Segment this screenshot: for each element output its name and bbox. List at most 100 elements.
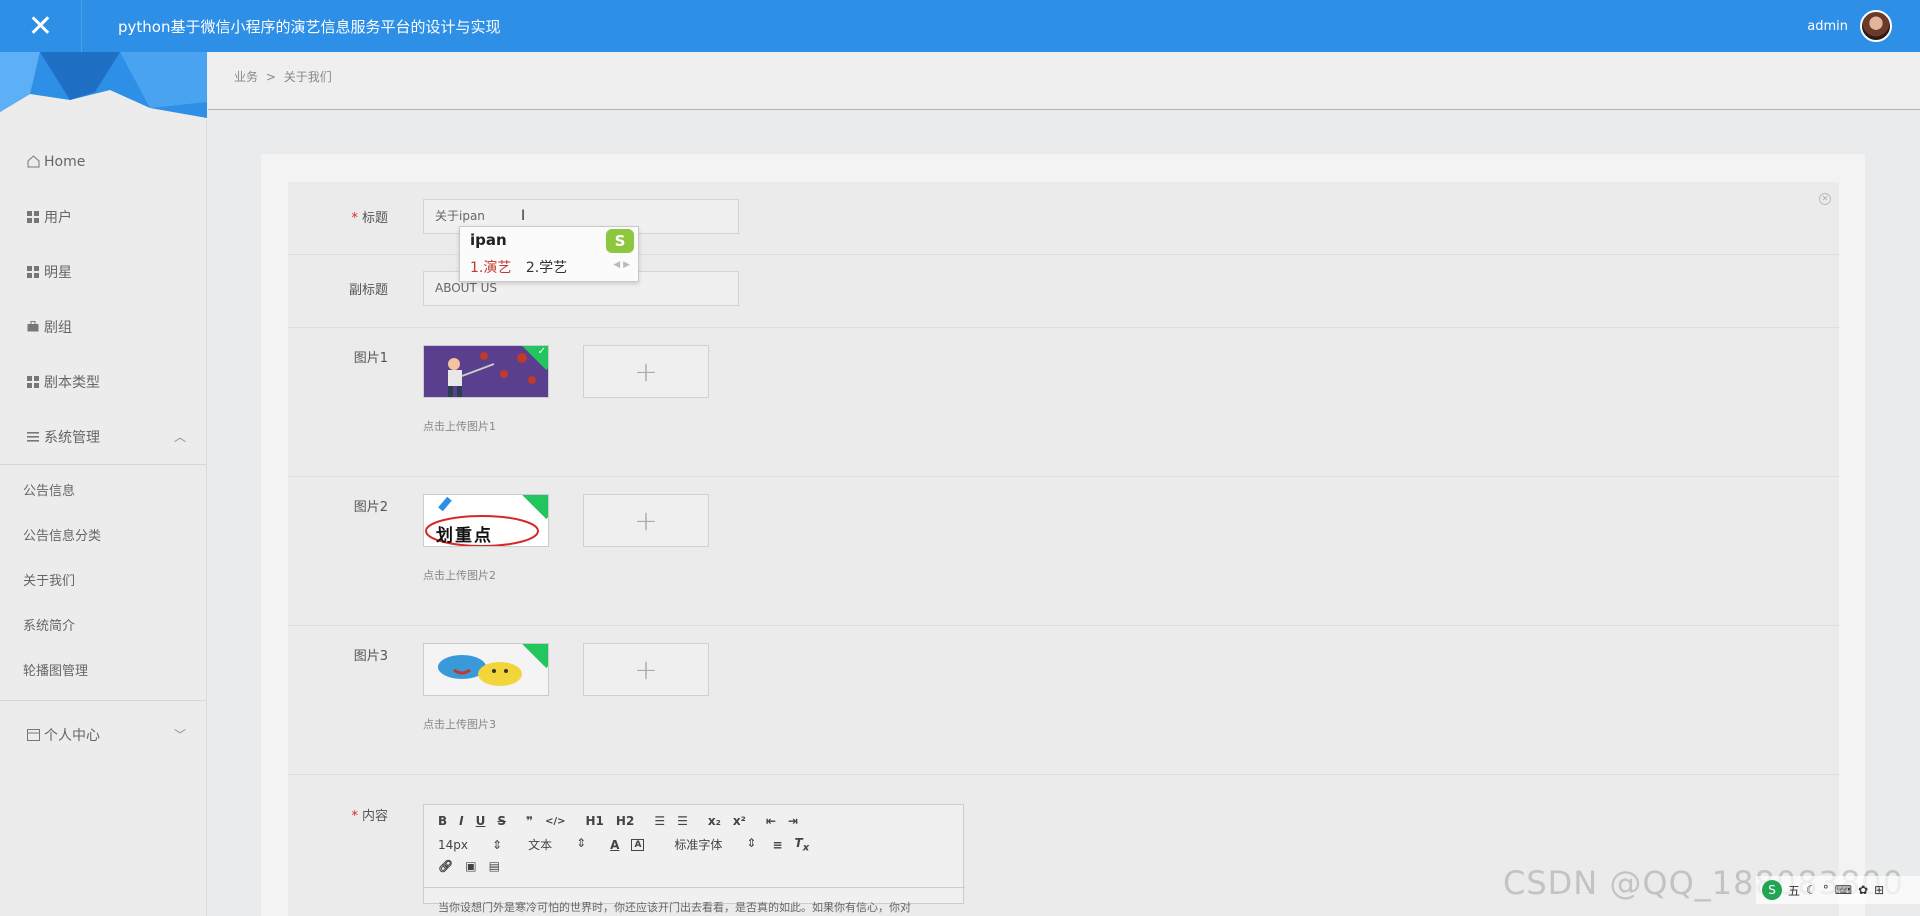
strike-button[interactable]: S: [497, 814, 506, 828]
submenu-system-intro[interactable]: 系统简介: [0, 604, 206, 649]
sogou-tray-icon[interactable]: S: [1762, 880, 1782, 900]
font-family-select[interactable]: 标准字体 ⇕: [674, 836, 756, 853]
ordered-list-button[interactable]: ☰: [654, 814, 665, 828]
top-header: ✕ python基于微信小程序的演艺信息服务平台的设计与实现 admin: [0, 0, 1920, 52]
breadcrumb: 业务 > 关于我们: [234, 68, 332, 85]
user-area[interactable]: admin: [1807, 0, 1892, 52]
submenu-notice-categories[interactable]: 公告信息分类: [0, 514, 206, 559]
background-color-button[interactable]: A: [631, 838, 645, 851]
breadcrumb-current: 关于我们: [283, 70, 332, 84]
avatar[interactable]: [1860, 10, 1892, 42]
sidebar-item-crew[interactable]: 剧组: [0, 299, 206, 354]
breadcrumb-bar: 业务 > 关于我们: [208, 52, 1920, 110]
image2-hint: 点击上传图片2: [423, 569, 496, 582]
chevron-down-icon: ﹀: [173, 728, 186, 742]
keyboard-icon[interactable]: ⌨: [1835, 883, 1852, 897]
editor-toolbar-row1: B I U S ❞ </> H1 H2 ☰ ☰ x₂ x² ⇤ ⇥: [438, 814, 810, 828]
code-block-button[interactable]: </>: [545, 816, 565, 827]
video-icon[interactable]: ▤: [489, 859, 500, 873]
subtitle-label: 副标题: [348, 283, 388, 298]
sidebar: Home 用户 明星 剧组 剧本类型 系统管理 ︿ 公告信息 公告信息分类 关于…: [0, 52, 207, 916]
blockquote-button[interactable]: ❞: [526, 814, 533, 828]
sidebar-item-personal[interactable]: 个人中心 ﹀: [0, 707, 206, 762]
submenu-notices[interactable]: 公告信息: [0, 469, 206, 514]
sidebar-item-home[interactable]: Home: [0, 134, 206, 189]
image1-thumbnail[interactable]: ✓: [423, 345, 549, 398]
image2-label: 图片2: [353, 500, 388, 515]
h1-button[interactable]: H1: [586, 814, 604, 828]
ime-tray[interactable]: S 五 ☾ ° ⌨ ✿ ⊞: [1756, 876, 1920, 904]
sidebar-banner: [0, 52, 207, 120]
clear-format-button[interactable]: Tx: [795, 836, 810, 853]
editor-content[interactable]: 当你设想门外是寒冷可怕的世界时，你还应该开门出去看看，是否真的如此。如果你有信心…: [424, 887, 965, 916]
grid-icon: [26, 265, 40, 279]
clear-icon[interactable]: ✕: [1819, 193, 1831, 205]
bullet-list-button[interactable]: ☰: [677, 814, 688, 828]
ime-page-arrows-icon[interactable]: ◀ ▶: [613, 260, 630, 270]
h2-button[interactable]: H2: [616, 814, 634, 828]
image3-upload-button[interactable]: +: [583, 643, 709, 696]
text-cursor-icon: I: [521, 208, 526, 224]
bold-button[interactable]: B: [438, 814, 447, 828]
sidebar-item-users[interactable]: 用户: [0, 189, 206, 244]
image3-hint: 点击上传图片3: [423, 718, 496, 731]
moon-icon[interactable]: ☾: [1806, 883, 1817, 897]
sidebar-item-label: 系统管理: [44, 429, 100, 446]
link-icon[interactable]: 🔗︎: [438, 859, 453, 873]
sogou-logo-icon: S: [606, 229, 634, 253]
skin-icon[interactable]: ✿: [1858, 883, 1868, 897]
ime-candidate-1[interactable]: 1.演艺: [470, 260, 511, 276]
image3-label: 图片3: [353, 649, 388, 664]
image2-upload-button[interactable]: +: [583, 494, 709, 547]
select-arrow-icon: ⇕: [576, 836, 587, 851]
sidebar-item-stars[interactable]: 明星: [0, 244, 206, 299]
title-label: * 标题: [351, 211, 388, 226]
sidebar-item-label: 剧组: [44, 319, 72, 336]
font-size-select[interactable]: 14px ⇕: [438, 838, 502, 852]
close-icon[interactable]: ✕: [0, 0, 82, 52]
image3-row: 图片3 + 点击上传图片3: [288, 626, 1839, 775]
indent-button[interactable]: ⇥: [788, 814, 798, 828]
align-button[interactable]: ≡: [772, 838, 782, 852]
submenu-about-us[interactable]: 关于我们: [0, 559, 206, 604]
breadcrumb-parent[interactable]: 业务: [234, 70, 258, 84]
sidebar-item-label: 剧本类型: [44, 374, 100, 391]
check-icon: ✓: [537, 346, 546, 357]
image2-thumbnail[interactable]: 划重点: [423, 494, 549, 547]
underline-button[interactable]: U: [476, 814, 486, 828]
sidebar-item-script-types[interactable]: 剧本类型: [0, 354, 206, 409]
rich-text-editor[interactable]: B I U S ❞ </> H1 H2 ☰ ☰ x₂ x² ⇤ ⇥ 14px ⇕ …: [423, 804, 965, 914]
sidebar-item-label: 用户: [44, 209, 72, 226]
italic-button[interactable]: I: [459, 814, 463, 828]
image2-row: 图片2 划重点 + 点击上传图片2: [288, 477, 1839, 626]
ime-composition: ipan: [470, 231, 507, 249]
ime-candidate-window: ipan S 1.演艺 2.学艺 ◀ ▶: [459, 226, 639, 282]
select-arrow-icon: ⇕: [746, 836, 757, 851]
home-icon: [26, 155, 40, 169]
image-icon[interactable]: ▣: [465, 859, 476, 873]
grid-menu-icon[interactable]: ⊞: [1874, 883, 1884, 897]
sidebar-item-label: Home: [44, 153, 86, 170]
block-type-select[interactable]: 文本 ⇕: [528, 836, 586, 853]
superscript-button[interactable]: x²: [733, 814, 746, 828]
image3-thumbnail[interactable]: [423, 643, 549, 696]
punctuation-icon[interactable]: °: [1823, 883, 1829, 897]
outdent-button[interactable]: ⇤: [766, 814, 776, 828]
image1-hint: 点击上传图片1: [423, 420, 496, 433]
chevron-up-icon: ︿: [173, 430, 186, 444]
image1-upload-button[interactable]: +: [583, 345, 709, 398]
image1-label: 图片1: [353, 351, 388, 366]
ime-candidate-2[interactable]: 2.学艺: [526, 260, 567, 276]
menu-icon: [26, 430, 40, 444]
grid-icon: [26, 375, 40, 389]
system-submenu: 公告信息 公告信息分类 关于我们 系统简介 轮播图管理: [0, 464, 206, 701]
editor-toolbar-row2: 14px ⇕ 文本 ⇕ A A 标准字体 ⇕ ≡ Tx: [438, 836, 821, 853]
sidebar-item-system[interactable]: 系统管理 ︿: [0, 409, 206, 464]
ime-mode-label[interactable]: 五: [1788, 882, 1800, 899]
breadcrumb-separator: >: [265, 70, 276, 84]
text-color-button[interactable]: A: [610, 838, 619, 852]
submenu-carousel[interactable]: 轮播图管理: [0, 649, 206, 694]
subscript-button[interactable]: x₂: [708, 814, 721, 828]
username[interactable]: admin: [1807, 19, 1848, 34]
app-title: python基于微信小程序的演艺信息服务平台的设计与实现: [118, 17, 501, 36]
